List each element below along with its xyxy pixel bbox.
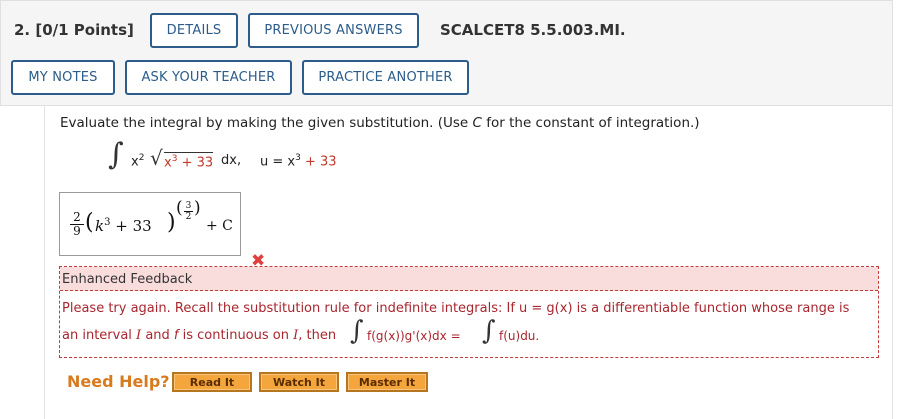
my-notes-button[interactable]: MY NOTES [11,60,115,95]
ask-your-teacher-button[interactable]: ASK YOUR TEACHER [125,60,292,95]
answer-coefficient: 2 9 [70,211,84,238]
question-number: 2. [0/1 Points] [14,21,134,39]
exp-right-paren-icon: ) [194,198,201,218]
dx-text: dx, [221,153,242,168]
details-button[interactable]: DETAILS [150,13,238,48]
integral-expression: ∫ x2 √ x3 + 33 dx, u = x3 + 33 [108,137,468,181]
feedback-body: Please try again. Recall the substitutio… [62,295,876,349]
question-prompt: Evaluate the integral by making the give… [60,115,700,131]
points-text: [0/1 Points] [35,21,134,39]
question-number-text: 2. [14,21,31,39]
integral-sign-icon: ∫ [350,316,364,346]
sqrt-icon: √ [150,146,163,170]
radicand: x3 + 33 [164,152,214,171]
integrand-x: x2 [131,153,145,170]
left-paren-icon: ( [85,210,94,235]
answer-display: 2 9 ( k3 + 33 ) ( 3 2 ) + C [59,192,241,256]
formula-left: f(g(x))g'(x)dx = [367,329,461,343]
master-it-button[interactable]: Master It [346,372,428,392]
prompt-variable: C [472,115,482,131]
right-paren-icon: ) [167,210,176,235]
substitution: u = x3 + 33 [260,153,337,170]
practice-another-button[interactable]: PRACTICE ANOTHER [302,60,469,95]
integral-sign-icon: ∫ [108,137,124,172]
answer-exponent: 3 2 [184,201,193,222]
watch-it-button[interactable]: Watch It [259,372,339,392]
previous-answers-button[interactable]: PREVIOUS ANSWERS [248,13,419,48]
feedback-line-1: Please try again. Recall the substitutio… [62,301,850,316]
answer-base: k3 + 33 [95,217,152,235]
read-it-button[interactable]: Read It [172,372,252,392]
prompt-text-pre: Evaluate the integral by making the give… [60,115,473,131]
exp-left-paren-icon: ( [176,198,183,218]
question-code: SCALCET8 5.5.003.MI. [440,21,626,39]
enhanced-feedback: Enhanced Feedback Please try again. Reca… [59,266,879,358]
formula-right: f(u)du. [499,329,540,343]
feedback-title: Enhanced Feedback [60,267,878,291]
answer-constant: + C [206,218,233,234]
need-help-label: Need Help? [67,372,170,391]
integral-sign-icon: ∫ [482,316,496,346]
prompt-text-post: for the constant of integration.) [481,115,700,131]
feedback-line-2: an interval I and f is continuous on I, … [62,318,876,349]
